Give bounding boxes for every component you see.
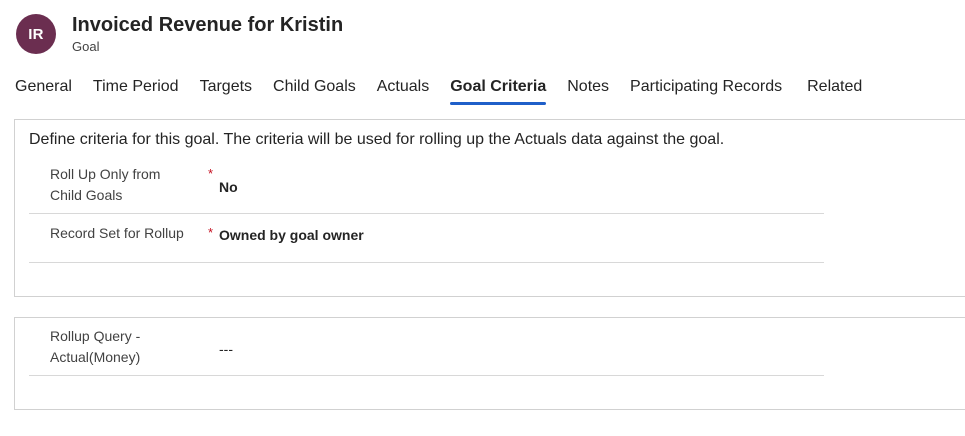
tab-actuals[interactable]: Actuals [377, 76, 429, 106]
tab-related[interactable]: Related [807, 76, 862, 106]
title-block: Invoiced Revenue for Kristin Goal [72, 12, 343, 55]
rollup-query-actual-money-value[interactable]: --- [219, 341, 233, 357]
entity-type-label: Goal [72, 39, 100, 54]
field-label: Roll Up Only from Child Goals [50, 166, 161, 203]
record-header: IR Invoiced Revenue for Kristin Goal [16, 12, 343, 55]
field-row-rollup-only-child-goals: Roll Up Only from Child Goals * No [29, 160, 824, 214]
section-description: Define criteria for this goal. The crite… [29, 131, 725, 148]
record-set-for-rollup-value[interactable]: Owned by goal owner [219, 227, 364, 243]
page-title: Invoiced Revenue for Kristin [72, 14, 344, 36]
field-row-rollup-query-actual-money: Rollup Query - Actual(Money) --- [29, 324, 824, 376]
tab-targets[interactable]: Targets [200, 76, 252, 106]
field-row-record-set-for-rollup: Record Set for Rollup * Owned by goal ow… [29, 214, 824, 263]
rollup-query-section: Rollup Query - Actual(Money) --- [14, 317, 965, 410]
avatar: IR [16, 14, 56, 54]
tab-general[interactable]: General [15, 76, 72, 106]
field-label: Record Set for Rollup [50, 225, 184, 241]
required-indicator: * [208, 225, 214, 240]
goal-criteria-section: Define criteria for this goal. The crite… [14, 119, 965, 297]
required-indicator: * [208, 166, 214, 181]
tab-goal-criteria[interactable]: Goal Criteria [450, 76, 547, 106]
field-label: Rollup Query - Actual(Money) [50, 328, 141, 365]
tab-notes[interactable]: Notes [567, 76, 609, 106]
tab-time-period[interactable]: Time Period [93, 76, 179, 106]
tab-child-goals[interactable]: Child Goals [273, 76, 356, 106]
rollup-only-child-goals-value[interactable]: No [219, 179, 238, 195]
tab-participating-records[interactable]: Participating Records [630, 76, 782, 106]
tab-bar: General Time Period Targets Child Goals … [15, 76, 883, 106]
